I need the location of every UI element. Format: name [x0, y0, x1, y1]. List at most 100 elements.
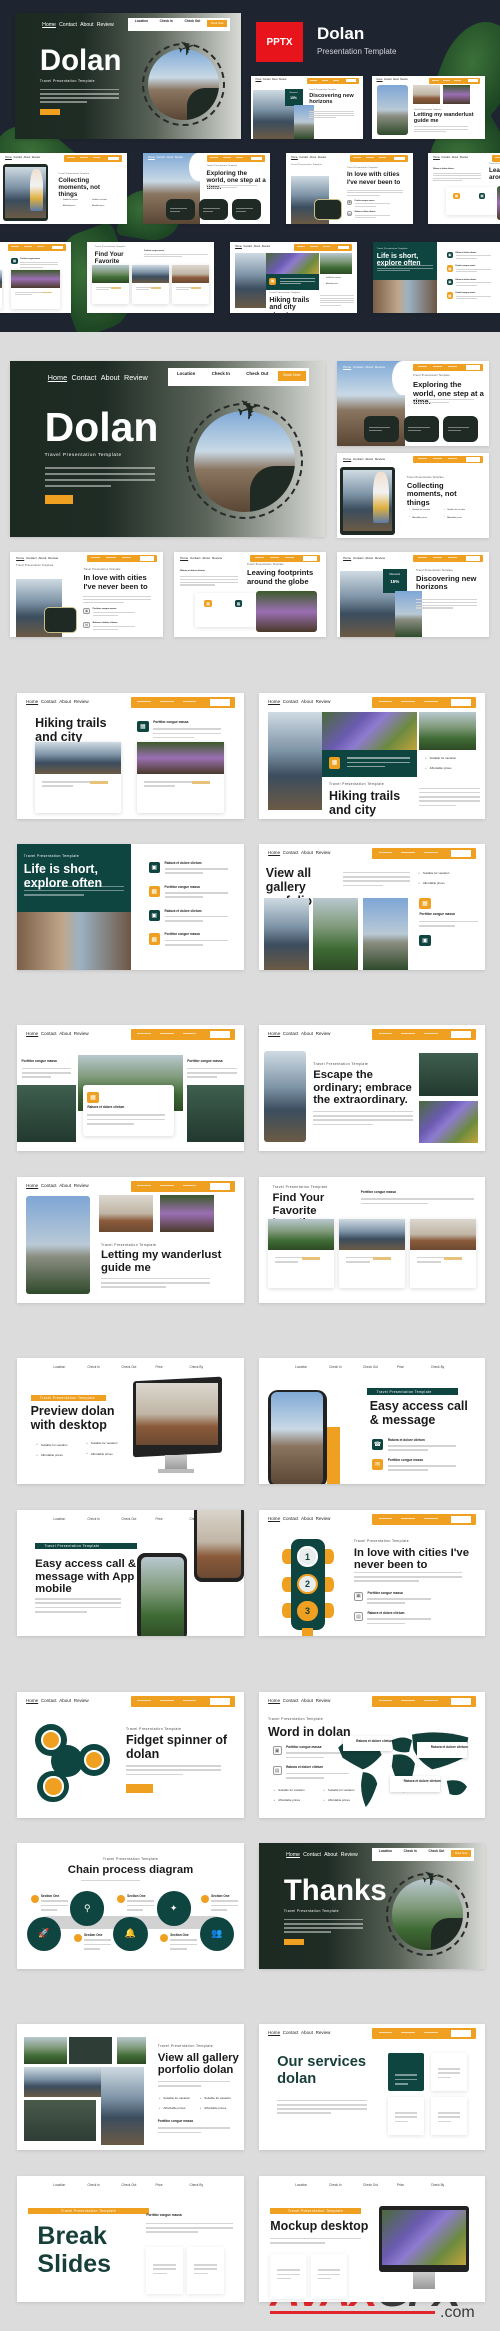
search-field[interactable] — [121, 557, 131, 559]
slide-wander[interactable]: Home Contact About Review Travel Presentatio… — [372, 76, 485, 139]
slide-discover[interactable]: Home Contact About Review Discount 15% Travel … — [251, 76, 363, 139]
slide-hikingA[interactable]: Home Contact About Review Hiking trails and … — [17, 693, 244, 819]
book-button[interactable] — [337, 245, 350, 250]
slide-footprints[interactable]: Home Contact About Review Rabora et dolore c… — [174, 552, 326, 637]
search-field[interactable] — [432, 557, 442, 559]
nav-link-review[interactable]: Review — [400, 79, 407, 81]
nav-link-about[interactable]: About — [59, 1698, 71, 1703]
action-button[interactable] — [125, 1783, 154, 1793]
book-button[interactable] — [209, 1031, 231, 1038]
book-button[interactable] — [451, 1516, 472, 1523]
nav-link-review[interactable]: Review — [341, 1852, 358, 1858]
nav-link-contact[interactable]: Contact — [41, 1031, 57, 1036]
search-field[interactable] — [495, 157, 500, 159]
book-button[interactable] — [107, 156, 120, 161]
book-button[interactable] — [466, 365, 480, 370]
nav-link-about[interactable]: About — [452, 156, 459, 159]
nav-link-review[interactable]: Review — [375, 365, 385, 369]
nav-link-home[interactable]: Home — [377, 79, 383, 81]
book-button[interactable] — [466, 457, 480, 462]
search-field[interactable] — [378, 157, 387, 159]
search-field[interactable] — [401, 700, 415, 703]
nav-link-contact[interactable]: Contact — [283, 1516, 299, 1521]
nav-link-review[interactable]: Review — [460, 156, 468, 159]
nav-link-home[interactable]: Home — [148, 156, 155, 159]
slide-collect[interactable]: Home Contact About Review Travel Presentatio… — [337, 453, 489, 538]
slide-life[interactable]: Travel Presentation Template Life is shor… — [373, 242, 500, 313]
nav-link-about[interactable]: About — [301, 1698, 313, 1703]
nav-link-contact[interactable]: Contact — [353, 457, 363, 461]
nav-link-home[interactable]: Home — [26, 699, 38, 704]
nav-link-review[interactable]: Review — [74, 1698, 89, 1703]
slide-chain[interactable]: Travel Presentation Template Chain proces… — [17, 1843, 244, 1969]
nav-link-review[interactable]: Review — [316, 1698, 331, 1703]
book-button[interactable] — [209, 699, 231, 706]
slide-wander[interactable]: Home Contact About Review Travel Presentatio… — [17, 1177, 244, 1303]
search-field[interactable] — [254, 557, 264, 559]
slide-footprints[interactable]: Home Contact About Review Rabora et dolore c… — [428, 153, 500, 224]
search-field[interactable] — [182, 1184, 197, 1187]
nav-link-about[interactable]: About — [59, 1183, 71, 1188]
nav-link-home[interactable]: Home — [26, 1698, 38, 1703]
nav-link-review[interactable]: Review — [316, 1516, 331, 1521]
nav-link-home[interactable]: Home — [343, 365, 351, 369]
nav-link-contact[interactable]: Contact — [59, 22, 77, 28]
search-field[interactable] — [366, 157, 374, 159]
search-field[interactable] — [297, 246, 305, 248]
book-button[interactable] — [209, 1698, 231, 1705]
nav-link-review[interactable]: Review — [48, 556, 58, 560]
nav-link-home[interactable]: Home — [48, 373, 67, 382]
search-field[interactable] — [447, 458, 458, 460]
book-button[interactable] — [346, 79, 357, 83]
search-field[interactable] — [160, 700, 174, 703]
slide-world[interactable]: Home Contact About Review Travel Presentatio… — [259, 1692, 485, 1818]
search-field[interactable] — [223, 157, 231, 159]
slide-life[interactable]: Travel Presentation Template Life is shor… — [17, 844, 244, 970]
nav-link-contact[interactable]: Contact — [13, 156, 22, 159]
nav-link-home[interactable]: Home — [343, 457, 351, 461]
search-field[interactable] — [310, 246, 318, 248]
search-field[interactable] — [423, 2031, 438, 2034]
nav-link-review[interactable]: Review — [175, 156, 183, 159]
slide-gallery2[interactable]: Travel Presentation Template View all gal… — [17, 2024, 244, 2150]
search-field[interactable] — [137, 1184, 151, 1187]
nav-link-home[interactable]: Home — [268, 2030, 280, 2035]
search-field[interactable] — [353, 157, 361, 159]
slide-inlove[interactable]: Home Contact About Review Travel Presentatio… — [10, 552, 163, 637]
slide-inlove[interactable]: Home Contact About Review Travel Presentatio… — [286, 153, 413, 224]
nav-link-home[interactable]: Home — [42, 22, 56, 28]
read-more-button[interactable] — [39, 108, 61, 116]
slide-hikingA[interactable]: HomeContactAboutReview▦Porttitor congue … — [0, 242, 71, 313]
nav-link-review[interactable]: Review — [316, 699, 331, 704]
nav-link-home[interactable]: Home — [5, 156, 12, 159]
search-field[interactable] — [378, 700, 393, 703]
search-field[interactable] — [417, 366, 427, 368]
slide-gallery[interactable]: HomeContactAboutReviewView all gallery p… — [259, 844, 485, 970]
slide-escape[interactable]: Home Contact About Review Travel Presentatio… — [259, 1025, 485, 1151]
book-button[interactable] — [466, 556, 480, 561]
nav-link-home[interactable]: Home — [268, 699, 280, 704]
nav-link-about[interactable]: About — [59, 699, 71, 704]
nav-link-contact[interactable]: Contact — [299, 156, 308, 159]
nav-link-home[interactable]: Home — [26, 1031, 38, 1036]
search-field[interactable] — [92, 157, 101, 159]
nav-link-review[interactable]: Review — [316, 2030, 331, 2035]
book-button[interactable] — [451, 2030, 472, 2037]
slide-cover[interactable]: Home Contact About Review Location Check In Ch… — [15, 13, 241, 139]
search-field[interactable] — [80, 157, 88, 159]
search-field[interactable] — [378, 1517, 393, 1520]
book-button[interactable] — [393, 156, 406, 161]
nav-link-contact[interactable]: Contact — [283, 1698, 299, 1703]
search-field[interactable] — [137, 700, 151, 703]
search-field[interactable] — [91, 557, 101, 559]
search-field[interactable] — [423, 700, 438, 703]
search-field[interactable] — [431, 79, 439, 81]
book-button[interactable] — [451, 699, 472, 706]
nav-link-contact[interactable]: Contact — [353, 556, 363, 560]
nav-link-about[interactable]: About — [301, 1516, 313, 1521]
nav-link-about[interactable]: About — [301, 850, 313, 855]
search-field[interactable] — [310, 79, 318, 81]
nav-link-review[interactable]: Review — [212, 556, 222, 560]
book-button[interactable] — [468, 79, 479, 83]
nav-link-review[interactable]: Review — [74, 699, 89, 704]
